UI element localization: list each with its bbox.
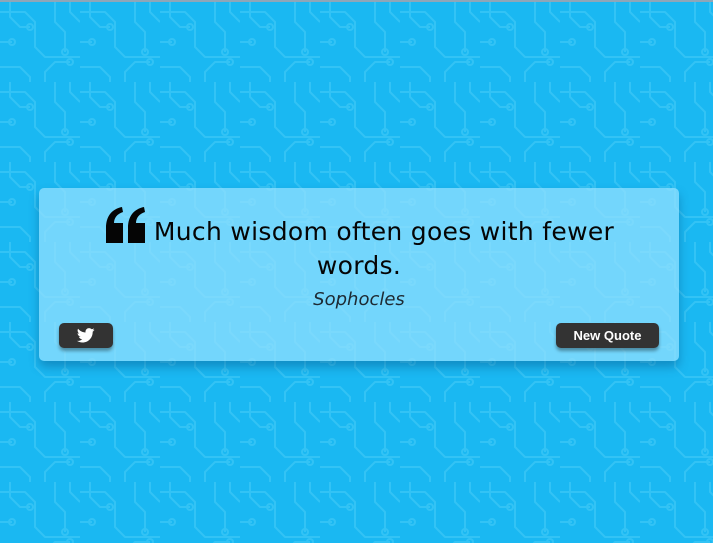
quote-left-icon [105,207,145,243]
twitter-icon [77,328,95,343]
quote-author: Sophocles [313,289,405,310]
quote-card: Much wisdom often goes with fewer words.… [39,188,679,361]
new-quote-button[interactable]: New Quote [556,323,659,348]
quote-line: Much wisdom often goes with fewer words. [69,206,649,283]
quote-text: Much wisdom often goes with fewer words. [153,217,615,280]
tweet-button[interactable] [59,323,113,348]
